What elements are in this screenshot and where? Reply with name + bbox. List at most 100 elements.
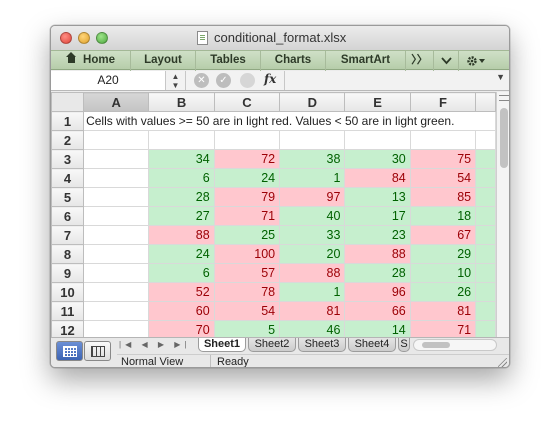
cell-b6[interactable]: 27 xyxy=(148,206,215,226)
select-all-corner[interactable] xyxy=(51,92,85,112)
column-header-d[interactable]: D xyxy=(279,92,346,112)
minimize-window-button[interactable] xyxy=(78,32,90,44)
cell-f6[interactable]: 18 xyxy=(409,206,477,226)
column-header-c[interactable]: C xyxy=(213,92,281,112)
cell-d6[interactable]: 40 xyxy=(279,206,346,226)
name-box[interactable]: A20 xyxy=(51,71,166,90)
sheet-tab-1[interactable]: Sheet1 xyxy=(198,338,246,352)
cell-g11[interactable] xyxy=(475,301,496,321)
cell-e7[interactable]: 23 xyxy=(344,225,411,245)
cell-f4[interactable]: 54 xyxy=(409,168,477,188)
cell-f2[interactable] xyxy=(409,130,477,150)
sheet-tab-5[interactable]: S xyxy=(398,338,410,352)
tab-charts[interactable]: Charts xyxy=(261,51,326,71)
gear-icon[interactable] xyxy=(459,51,493,71)
cell-e11[interactable]: 66 xyxy=(344,301,411,321)
worksheet-grid[interactable]: A B C D E F 1 Cells with values >= 50 are… xyxy=(51,92,496,357)
cell-d7[interactable]: 33 xyxy=(279,225,346,245)
cell-e5[interactable]: 13 xyxy=(344,187,411,207)
cell-a7[interactable] xyxy=(83,225,150,245)
cell-g10[interactable] xyxy=(475,282,496,302)
column-header-g[interactable] xyxy=(475,92,496,112)
row-header[interactable]: 7 xyxy=(51,225,85,245)
cell-a2[interactable] xyxy=(83,130,150,150)
split-handle[interactable] xyxy=(499,95,509,101)
cell-c9[interactable]: 57 xyxy=(213,263,281,283)
cell-g5[interactable] xyxy=(475,187,496,207)
insert-function-round-icon[interactable] xyxy=(240,73,255,88)
cell-b5[interactable]: 28 xyxy=(148,187,215,207)
cell-d2[interactable] xyxy=(279,130,346,150)
cell-a5[interactable] xyxy=(83,187,150,207)
column-header-a[interactable]: A xyxy=(83,92,150,112)
cell-b3[interactable]: 34 xyxy=(148,149,215,169)
cell-a8[interactable] xyxy=(83,244,150,264)
tab-layout[interactable]: Layout xyxy=(131,51,196,71)
close-window-button[interactable] xyxy=(60,32,72,44)
row-header[interactable]: 2 xyxy=(51,130,85,150)
cell-d11[interactable]: 81 xyxy=(279,301,346,321)
cell-g2[interactable] xyxy=(475,130,496,150)
cell-e6[interactable]: 17 xyxy=(344,206,411,226)
cell-g9[interactable] xyxy=(475,263,496,283)
cell-b4[interactable]: 6 xyxy=(148,168,215,188)
cell-g7[interactable] xyxy=(475,225,496,245)
confirm-edit-icon[interactable]: ✓ xyxy=(216,73,231,88)
row-header[interactable]: 6 xyxy=(51,206,85,226)
row-header[interactable]: 11 xyxy=(51,301,85,321)
cell-b10[interactable]: 52 xyxy=(148,282,215,302)
cell-f11[interactable]: 81 xyxy=(409,301,477,321)
sheet-tab-4[interactable]: Sheet4 xyxy=(348,338,396,352)
cell-g6[interactable] xyxy=(475,206,496,226)
cell-b2[interactable] xyxy=(148,130,215,150)
cell-e4[interactable]: 84 xyxy=(344,168,411,188)
formula-expand-icon[interactable]: ▼ xyxy=(496,72,505,82)
vertical-scroll-thumb[interactable] xyxy=(500,108,508,168)
cell-e3[interactable]: 30 xyxy=(344,149,411,169)
cell-b9[interactable]: 6 xyxy=(148,263,215,283)
cell-a9[interactable] xyxy=(83,263,150,283)
cell-f7[interactable]: 67 xyxy=(409,225,477,245)
column-header-e[interactable]: E xyxy=(344,92,411,112)
cell-a11[interactable] xyxy=(83,301,150,321)
cell-c8[interactable]: 100 xyxy=(213,244,281,264)
resize-grip-icon[interactable] xyxy=(498,358,507,367)
page-layout-view-button[interactable] xyxy=(84,341,111,361)
cell-c4[interactable]: 24 xyxy=(213,168,281,188)
normal-view-button[interactable] xyxy=(56,341,83,361)
cell-a10[interactable] xyxy=(83,282,150,302)
cell-c2[interactable] xyxy=(213,130,281,150)
cell-c3[interactable]: 72 xyxy=(213,149,281,169)
cell-b11[interactable]: 60 xyxy=(148,301,215,321)
horizontal-scroll-thumb[interactable] xyxy=(422,342,450,348)
vertical-scrollbar[interactable] xyxy=(496,92,509,357)
cell-e9[interactable]: 28 xyxy=(344,263,411,283)
more-tabs-button[interactable]: 〉〉 xyxy=(406,51,434,71)
row-header[interactable]: 9 xyxy=(51,263,85,283)
cell-f5[interactable]: 85 xyxy=(409,187,477,207)
row-header[interactable]: 4 xyxy=(51,168,85,188)
cell-c10[interactable]: 78 xyxy=(213,282,281,302)
cell-d10[interactable]: 1 xyxy=(279,282,346,302)
column-header-f[interactable]: F xyxy=(409,92,477,112)
cell-e8[interactable]: 88 xyxy=(344,244,411,264)
tab-smartart[interactable]: SmartArt xyxy=(326,51,406,71)
row-header[interactable]: 1 xyxy=(51,111,85,131)
cell-a1[interactable]: Cells with values >= 50 are in light red… xyxy=(83,111,496,131)
cell-a4[interactable] xyxy=(83,168,150,188)
cell-c11[interactable]: 54 xyxy=(213,301,281,321)
cell-f8[interactable]: 29 xyxy=(409,244,477,264)
row-header[interactable]: 3 xyxy=(51,149,85,169)
horizontal-scrollbar[interactable] xyxy=(413,339,497,351)
cell-g4[interactable] xyxy=(475,168,496,188)
sheet-tab-3[interactable]: Sheet3 xyxy=(298,338,346,352)
cell-f9[interactable]: 10 xyxy=(409,263,477,283)
tab-tables[interactable]: Tables xyxy=(196,51,261,71)
name-box-stepper[interactable]: ▲ ▼ xyxy=(166,71,186,90)
cell-f10[interactable]: 26 xyxy=(409,282,477,302)
cell-a3[interactable] xyxy=(83,149,150,169)
cell-c7[interactable]: 25 xyxy=(213,225,281,245)
cell-d4[interactable]: 1 xyxy=(279,168,346,188)
cell-g3[interactable] xyxy=(475,149,496,169)
cell-d8[interactable]: 20 xyxy=(279,244,346,264)
